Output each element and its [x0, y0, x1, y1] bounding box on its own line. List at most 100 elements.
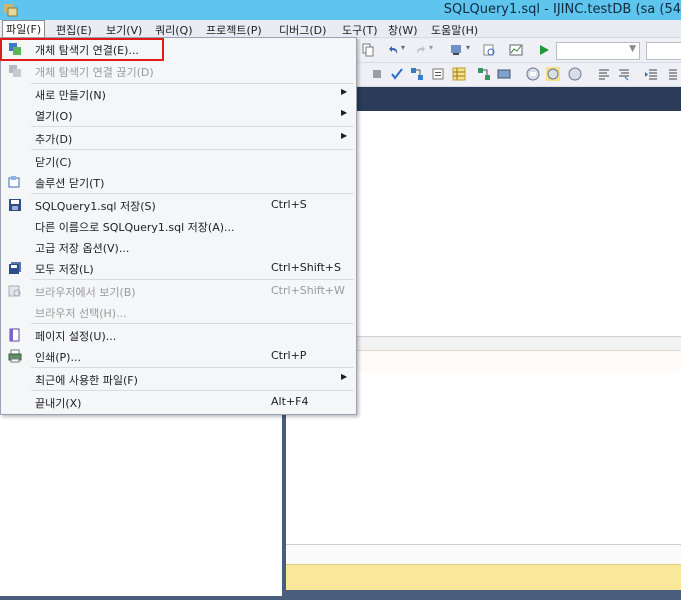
redo-dropdown-icon[interactable]: ▾: [429, 43, 433, 52]
results-to-file-icon[interactable]: [568, 67, 582, 81]
save-icon: [9, 199, 21, 211]
stop-icon[interactable]: [370, 67, 384, 81]
menu-item-browse-with[interactable]: 브라우저 선택(H)...: [1, 302, 356, 322]
execute-icon[interactable]: [537, 43, 551, 57]
menu-item-label: 브라우저 선택(H)...: [35, 307, 127, 320]
menu-item-label: 최근에 사용한 파일(F): [35, 374, 138, 387]
client-statistics-icon[interactable]: [497, 67, 511, 81]
undo-icon[interactable]: [386, 43, 400, 57]
menu-item-label: 다른 이름으로 SQLQuery1.sql 저장(A)...: [35, 221, 235, 234]
menu-item-close[interactable]: 닫기(C): [1, 151, 356, 171]
menu-item-save-all[interactable]: 모두 저장(L) Ctrl+Shift+S: [1, 258, 356, 278]
menu-debug[interactable]: 디버그(D): [279, 22, 326, 38]
page-setup-icon: [9, 328, 20, 342]
menu-item-disconnect-object-explorer[interactable]: 개체 탐색기 연결 끊기(D): [1, 61, 356, 81]
menu-item-label: 솔루션 닫기(T): [35, 177, 105, 190]
app-icon[interactable]: [3, 2, 19, 18]
menu-item-print[interactable]: 인쇄(P)... Ctrl+P: [1, 346, 356, 366]
title-bar: SQLQuery1.sql - IJINC.testDB (sa (54: [0, 0, 681, 20]
menu-item-exit[interactable]: 끝내기(X) Alt+F4: [1, 392, 356, 412]
menu-item-label: 인쇄(P)...: [35, 351, 81, 364]
menu-item-advanced-save-options[interactable]: 고급 저장 옵션(V)...: [1, 237, 356, 257]
disconnect-icon: [9, 65, 21, 77]
menu-item-open[interactable]: 열기(O) ▶: [1, 105, 356, 125]
menu-item-add[interactable]: 추가(D) ▶: [1, 128, 356, 148]
menu-item-label: 페이지 설정(U)...: [35, 330, 117, 343]
menu-file[interactable]: 파일(F): [2, 20, 46, 38]
menu-tools[interactable]: 도구(T): [342, 22, 378, 38]
document-tab-strip: [356, 87, 681, 111]
menu-item-view-in-browser[interactable]: 브라우저에서 보기(B) Ctrl+Shift+W: [1, 281, 356, 301]
sql-editor-toolbar: [356, 63, 681, 87]
menu-item-label: 개체 탐색기 연결 끊기(D): [35, 66, 154, 79]
menu-item-save-as[interactable]: 다른 이름으로 SQLQuery1.sql 저장(A)...: [1, 216, 356, 236]
file-menu-dropdown: 개체 탐색기 연결(E)... 개체 탐색기 연결 끊기(D) 새로 만들기(N…: [0, 37, 357, 415]
menu-item-label: 새로 만들기(N): [35, 89, 106, 102]
submenu-arrow-icon: ▶: [341, 108, 348, 117]
menu-item-shortcut: Ctrl+Shift+S: [271, 261, 341, 274]
results-footer: [286, 544, 681, 565]
menu-item-label: 모두 저장(L): [35, 263, 94, 276]
menu-item-close-solution[interactable]: 솔루션 닫기(T): [1, 172, 356, 192]
menu-item-label: SQLQuery1.sql 저장(S): [35, 200, 156, 213]
menu-item-page-setup[interactable]: 페이지 설정(U)...: [1, 325, 356, 345]
menu-item-new[interactable]: 새로 만들기(N) ▶: [1, 84, 356, 104]
redo-icon[interactable]: [414, 43, 428, 57]
menu-separator: [31, 126, 354, 127]
navigate-dropdown-icon[interactable]: ▾: [466, 43, 470, 52]
copy-icon[interactable]: [361, 43, 375, 57]
highlight-annotation: [0, 38, 164, 61]
menu-edit[interactable]: 편집(E): [56, 22, 92, 38]
menu-bar: 파일(F) 편집(E) 보기(V) 쿼리(Q) 프로젝트(P) 디버그(D) 도…: [0, 20, 681, 38]
menu-item-recent-files[interactable]: 최근에 사용한 파일(F) ▶: [1, 369, 356, 389]
query-status-bar: [286, 564, 681, 591]
comment-icon[interactable]: [597, 67, 611, 81]
menu-item-label: 추가(D): [35, 133, 73, 146]
include-plan-icon[interactable]: [477, 67, 491, 81]
config-combo[interactable]: [646, 42, 681, 60]
close-solution-icon: [8, 176, 20, 188]
results-to-text-icon[interactable]: [526, 67, 540, 81]
menu-item-label: 열기(O): [35, 110, 73, 123]
bottom-border: [286, 590, 681, 600]
menu-item-label: 닫기(C): [35, 156, 72, 169]
menu-separator: [31, 279, 354, 280]
submenu-arrow-icon: ▶: [341, 372, 348, 381]
navigate-icon[interactable]: [450, 43, 464, 57]
uncomment-icon[interactable]: [617, 67, 631, 81]
menu-project[interactable]: 프로젝트(P): [206, 22, 262, 38]
submenu-arrow-icon: ▶: [341, 131, 348, 140]
increase-indent-icon[interactable]: [664, 67, 678, 81]
menu-item-save[interactable]: SQLQuery1.sql 저장(S) Ctrl+S: [1, 195, 356, 215]
menu-view[interactable]: 보기(V): [106, 22, 142, 38]
menu-item-label: 끝내기(X): [35, 397, 82, 410]
find-icon[interactable]: [482, 43, 496, 57]
panel-bottom-border: [0, 596, 284, 600]
menu-window[interactable]: 창(W): [388, 22, 418, 38]
menu-separator: [31, 323, 354, 324]
results-to-grid-icon[interactable]: [452, 67, 466, 81]
menu-item-shortcut: Ctrl+Shift+W: [271, 284, 345, 297]
menu-separator: [31, 367, 354, 368]
menu-help[interactable]: 도움말(H): [431, 22, 478, 38]
print-icon: [8, 349, 22, 363]
standard-toolbar: ▾ ▾ ▾ ▼: [356, 38, 681, 63]
chart-icon[interactable]: [509, 43, 523, 57]
submenu-arrow-icon: ▶: [341, 87, 348, 96]
menu-query[interactable]: 쿼리(Q): [155, 22, 192, 38]
query-options-icon[interactable]: [431, 67, 445, 81]
window-title: SQLQuery1.sql - IJINC.testDB (sa (54: [443, 2, 681, 17]
chevron-down-icon: ▼: [629, 44, 636, 54]
save-all-icon: [9, 262, 21, 274]
menu-separator: [31, 149, 354, 150]
menu-item-shortcut: Alt+F4: [271, 395, 309, 408]
menu-separator: [31, 390, 354, 391]
undo-dropdown-icon[interactable]: ▾: [401, 43, 405, 52]
menu-item-label: 브라우저에서 보기(B): [35, 286, 136, 299]
parse-icon[interactable]: [390, 67, 404, 81]
results-to-grid2-icon[interactable]: [546, 67, 560, 81]
decrease-indent-icon[interactable]: [644, 67, 658, 81]
menu-separator: [31, 193, 354, 194]
display-plan-icon[interactable]: [410, 67, 424, 81]
database-combo[interactable]: ▼: [556, 42, 640, 60]
